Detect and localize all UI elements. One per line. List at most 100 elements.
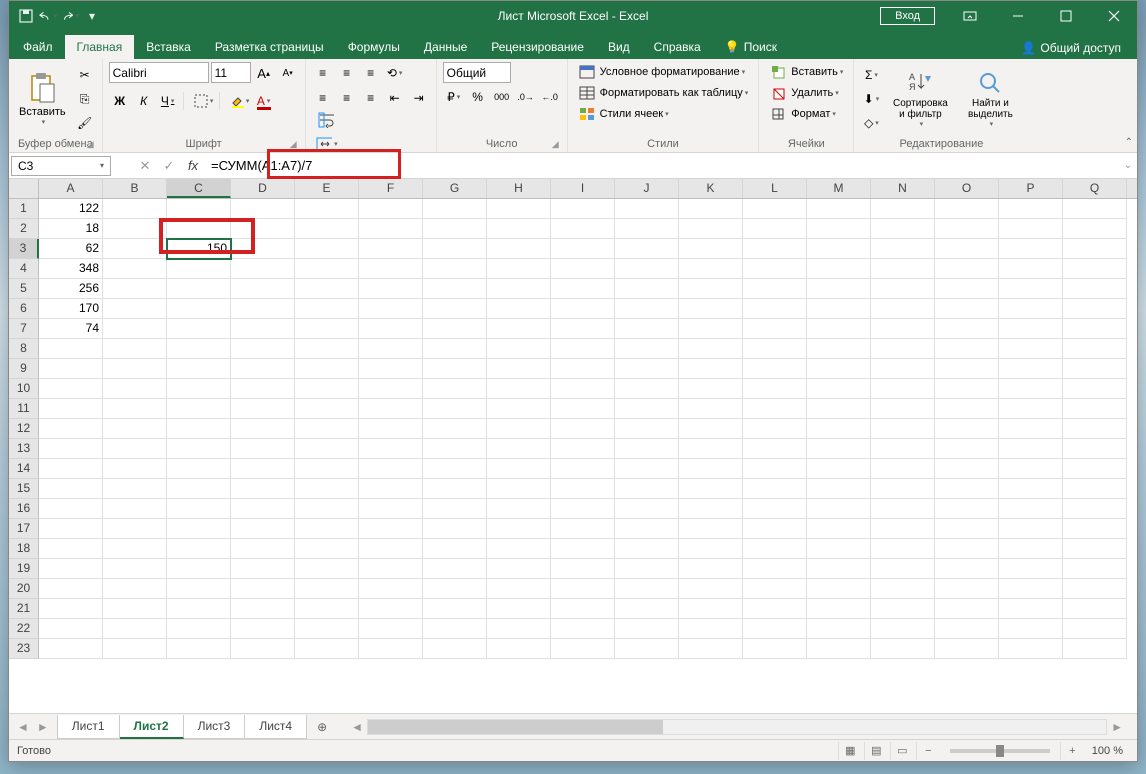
cell[interactable] — [679, 379, 743, 399]
cell[interactable] — [295, 259, 359, 279]
cell[interactable] — [935, 299, 999, 319]
insert-cells-button[interactable]: Вставить — [765, 62, 847, 82]
cell[interactable] — [551, 559, 615, 579]
cell[interactable] — [743, 539, 807, 559]
cell[interactable] — [231, 499, 295, 519]
cell[interactable] — [359, 399, 423, 419]
wrap-text-icon[interactable] — [316, 109, 338, 131]
shrink-font-icon[interactable]: A▾ — [277, 62, 299, 84]
cell[interactable] — [231, 199, 295, 219]
cell[interactable] — [935, 579, 999, 599]
cell[interactable] — [999, 619, 1063, 639]
cell[interactable] — [39, 499, 103, 519]
cell[interactable] — [871, 639, 935, 659]
cell[interactable] — [743, 619, 807, 639]
cell[interactable] — [487, 479, 551, 499]
cell[interactable] — [39, 579, 103, 599]
cell[interactable] — [679, 539, 743, 559]
cell[interactable] — [103, 479, 167, 499]
cell[interactable] — [423, 279, 487, 299]
cell[interactable] — [999, 319, 1063, 339]
cell[interactable] — [935, 459, 999, 479]
number-format-select[interactable] — [443, 62, 511, 83]
cell[interactable] — [615, 519, 679, 539]
cell[interactable] — [807, 319, 871, 339]
cell[interactable] — [615, 559, 679, 579]
cell[interactable] — [679, 199, 743, 219]
cell[interactable]: 150 — [167, 239, 231, 259]
cell[interactable] — [423, 599, 487, 619]
row-header[interactable]: 3 — [9, 239, 39, 259]
row-header[interactable]: 10 — [9, 379, 39, 399]
cell[interactable] — [679, 479, 743, 499]
cell[interactable] — [103, 339, 167, 359]
cancel-formula-icon[interactable]: ✕ — [133, 155, 157, 177]
cell[interactable] — [551, 459, 615, 479]
row-header[interactable]: 17 — [9, 519, 39, 539]
currency-icon[interactable]: ₽ — [443, 86, 465, 108]
fill-icon[interactable]: ⬇ — [860, 88, 882, 110]
col-header-p[interactable]: P — [999, 179, 1063, 198]
cell[interactable] — [39, 439, 103, 459]
row-header[interactable]: 18 — [9, 539, 39, 559]
cell[interactable] — [807, 219, 871, 239]
cell[interactable] — [807, 479, 871, 499]
cell[interactable] — [39, 479, 103, 499]
cell[interactable] — [167, 199, 231, 219]
cell[interactable] — [999, 379, 1063, 399]
cell[interactable] — [295, 359, 359, 379]
fx-icon[interactable]: fx — [181, 155, 205, 177]
cell[interactable] — [807, 399, 871, 419]
cell[interactable] — [871, 419, 935, 439]
cell[interactable] — [871, 499, 935, 519]
cell[interactable] — [487, 279, 551, 299]
cell[interactable] — [423, 459, 487, 479]
cell[interactable] — [1063, 399, 1127, 419]
align-bottom-icon[interactable]: ≡ — [360, 62, 382, 84]
cell[interactable] — [551, 279, 615, 299]
cell[interactable] — [615, 219, 679, 239]
cell[interactable] — [423, 519, 487, 539]
cell[interactable] — [487, 539, 551, 559]
row-header[interactable]: 7 — [9, 319, 39, 339]
cell[interactable] — [39, 459, 103, 479]
cell[interactable] — [295, 499, 359, 519]
cell[interactable] — [1063, 579, 1127, 599]
cell[interactable] — [359, 479, 423, 499]
cell[interactable] — [39, 599, 103, 619]
cell[interactable] — [231, 559, 295, 579]
col-header-l[interactable]: L — [743, 179, 807, 198]
font-name-select[interactable] — [109, 62, 209, 83]
cell[interactable] — [231, 539, 295, 559]
align-left-icon[interactable]: ≡ — [312, 87, 334, 109]
cell[interactable] — [743, 439, 807, 459]
row-header[interactable]: 20 — [9, 579, 39, 599]
cell[interactable] — [615, 199, 679, 219]
cell[interactable] — [743, 219, 807, 239]
cell[interactable] — [103, 319, 167, 339]
view-page-break-icon[interactable]: ▭ — [890, 742, 914, 760]
cell[interactable] — [359, 519, 423, 539]
cell[interactable] — [295, 459, 359, 479]
cell[interactable] — [39, 639, 103, 659]
cell[interactable] — [231, 279, 295, 299]
cell[interactable] — [231, 219, 295, 239]
cell[interactable] — [679, 419, 743, 439]
cell[interactable] — [999, 279, 1063, 299]
tab-help[interactable]: Справка — [642, 35, 713, 59]
cell[interactable] — [167, 279, 231, 299]
cell[interactable] — [679, 619, 743, 639]
col-header-f[interactable]: F — [359, 179, 423, 198]
cell[interactable] — [615, 539, 679, 559]
cell[interactable] — [295, 619, 359, 639]
cell[interactable] — [231, 459, 295, 479]
paste-button[interactable]: Вставить — [15, 62, 70, 136]
cell[interactable] — [167, 639, 231, 659]
col-header-n[interactable]: N — [871, 179, 935, 198]
cell[interactable] — [423, 579, 487, 599]
row-header[interactable]: 21 — [9, 599, 39, 619]
cell[interactable] — [551, 379, 615, 399]
cell[interactable] — [551, 399, 615, 419]
cell[interactable] — [359, 279, 423, 299]
row-header[interactable]: 22 — [9, 619, 39, 639]
